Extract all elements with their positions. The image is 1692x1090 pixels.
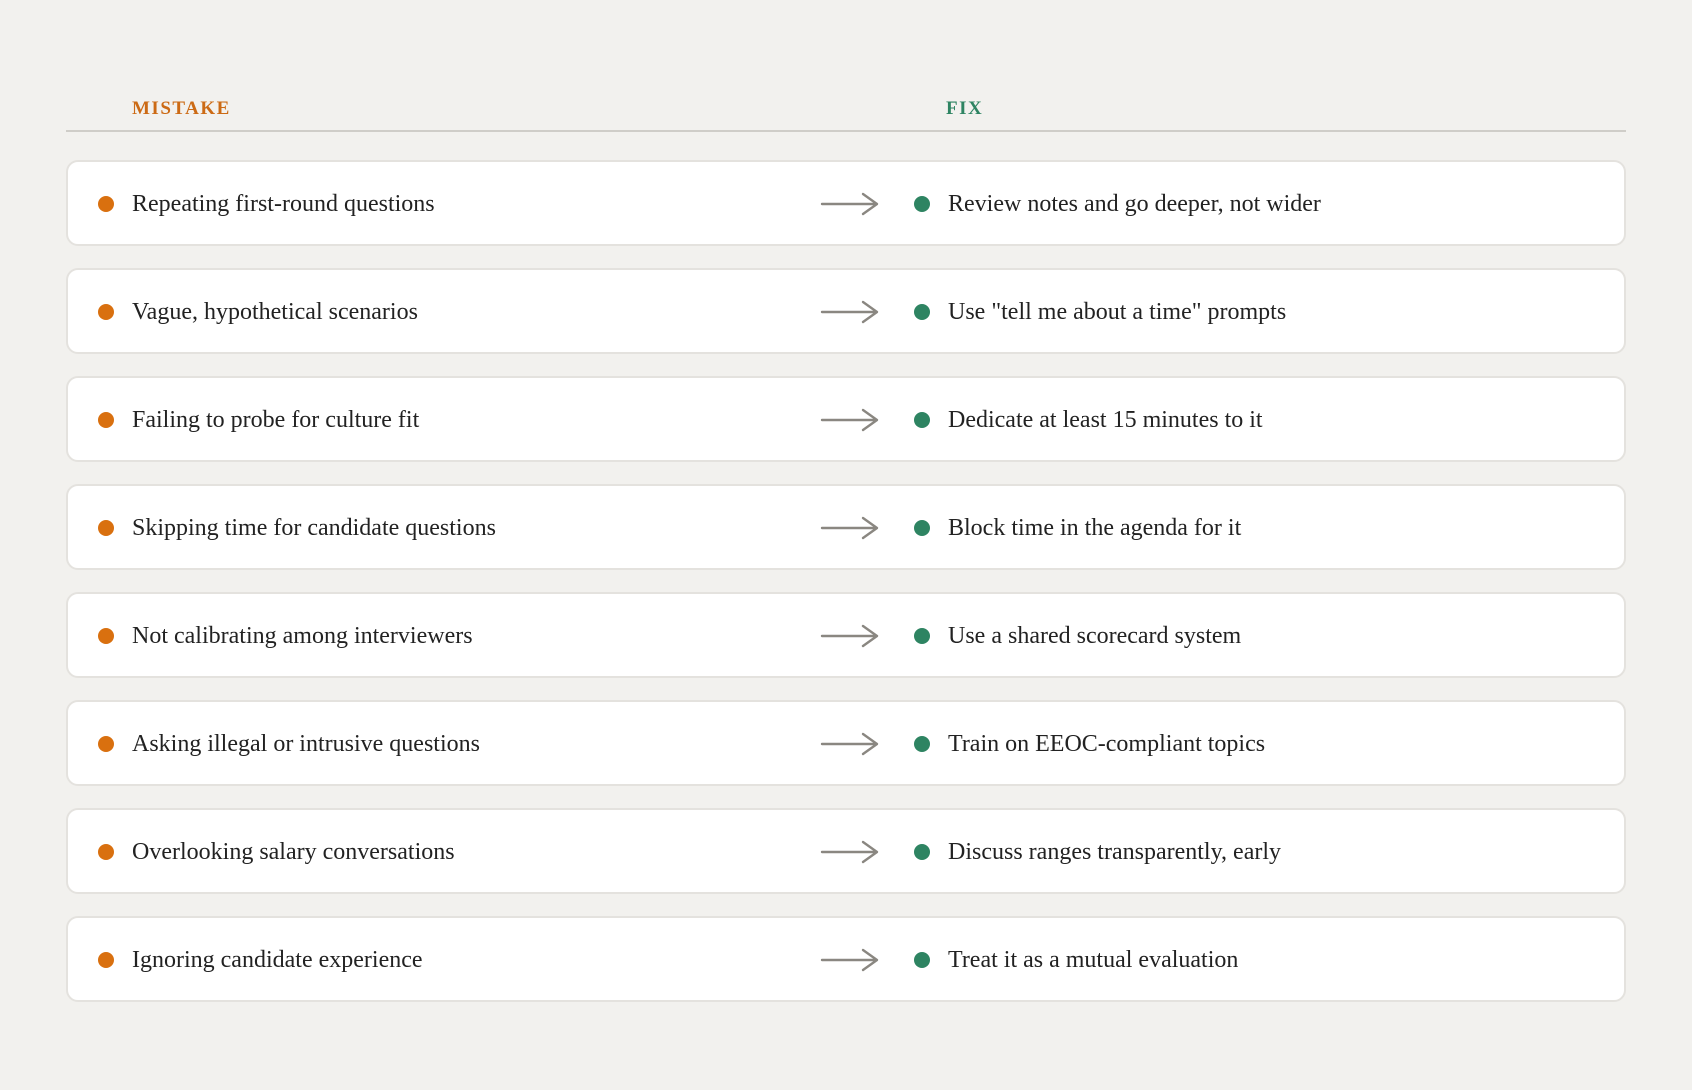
table-row: Failing to probe for culture fit Dedicat… [66, 376, 1626, 462]
table-row: Not calibrating among interviewers Use a… [66, 592, 1626, 678]
table-header: MISTAKE FIX [66, 0, 1626, 132]
right-arrow-icon [820, 192, 879, 216]
table-rows: Repeating first-round questions Review n… [66, 160, 1626, 1024]
mistake-text: Failing to probe for culture fit [132, 407, 420, 433]
right-arrow-icon [820, 516, 879, 540]
green-dot-icon [914, 304, 930, 320]
mistake-text: Overlooking salary conversations [132, 839, 455, 865]
fix-text: Discuss ranges transparently, early [948, 839, 1281, 865]
green-dot-icon [914, 628, 930, 644]
right-arrow-icon [820, 624, 879, 648]
mistake-text: Not calibrating among interviewers [132, 623, 473, 649]
orange-dot-icon [98, 952, 114, 968]
orange-dot-icon [98, 412, 114, 428]
mistake-text: Skipping time for candidate questions [132, 515, 496, 541]
right-arrow-icon [820, 840, 879, 864]
orange-dot-icon [98, 736, 114, 752]
fix-column-label: FIX [946, 98, 984, 119]
mistake-text: Vague, hypothetical scenarios [132, 299, 418, 325]
table-row: Ignoring candidate experience Treat it a… [66, 916, 1626, 1002]
green-dot-icon [914, 952, 930, 968]
fix-text: Block time in the agenda for it [948, 515, 1242, 541]
green-dot-icon [914, 844, 930, 860]
orange-dot-icon [98, 196, 114, 212]
table-row: Asking illegal or intrusive questions Tr… [66, 700, 1626, 786]
table-row: Overlooking salary conversations Discuss… [66, 808, 1626, 894]
green-dot-icon [914, 412, 930, 428]
mistake-column-label: MISTAKE [132, 98, 231, 119]
orange-dot-icon [98, 844, 114, 860]
green-dot-icon [914, 196, 930, 212]
table-row: Vague, hypothetical scenarios Use "tell … [66, 268, 1626, 354]
fix-text: Review notes and go deeper, not wider [948, 191, 1321, 217]
table-row: Repeating first-round questions Review n… [66, 160, 1626, 246]
fix-text: Treat it as a mutual evaluation [948, 947, 1239, 973]
mistake-text: Repeating first-round questions [132, 191, 435, 217]
fix-text: Train on EEOC-compliant topics [948, 731, 1266, 757]
fix-text: Use a shared scorecard system [948, 623, 1242, 649]
green-dot-icon [914, 736, 930, 752]
right-arrow-icon [820, 948, 879, 972]
mistake-text: Ignoring candidate experience [132, 947, 423, 973]
mistake-text: Asking illegal or intrusive questions [132, 731, 480, 757]
orange-dot-icon [98, 304, 114, 320]
mistake-fix-table: MISTAKE FIX Repeating first-round questi… [66, 0, 1626, 1002]
fix-text: Dedicate at least 15 minutes to it [948, 407, 1263, 433]
right-arrow-icon [820, 408, 879, 432]
fix-text: Use "tell me about a time" prompts [948, 299, 1287, 325]
right-arrow-icon [820, 732, 879, 756]
right-arrow-icon [820, 300, 879, 324]
orange-dot-icon [98, 628, 114, 644]
table-row: Skipping time for candidate questions Bl… [66, 484, 1626, 570]
orange-dot-icon [98, 520, 114, 536]
green-dot-icon [914, 520, 930, 536]
